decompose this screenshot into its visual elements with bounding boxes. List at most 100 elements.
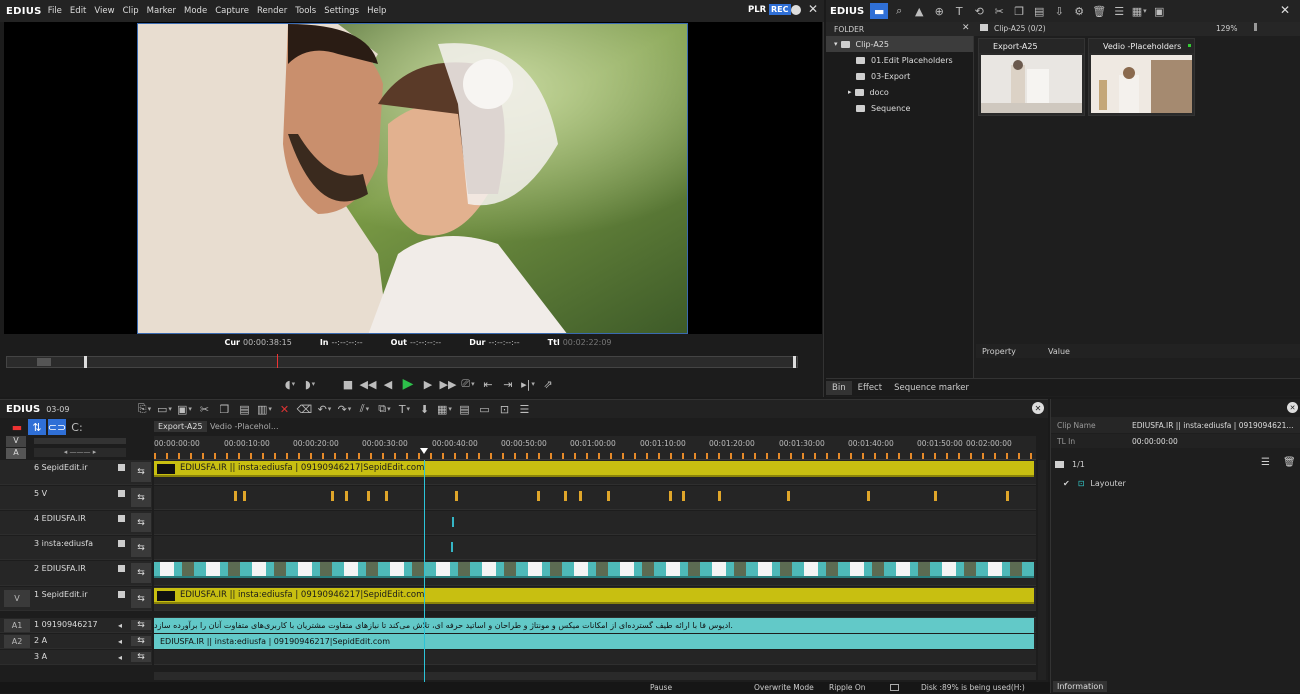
folder-export[interactable]: 03-Export [826,68,973,84]
plr-button[interactable]: PLR [748,5,766,15]
scrub-handle[interactable] [37,358,51,366]
delete-icon[interactable]: 🗑 [1090,3,1108,19]
redo-icon[interactable]: ↷ [335,401,353,417]
effect-list-icon[interactable]: ☰ [1261,457,1270,468]
play-icon[interactable]: ▶ [399,376,417,392]
clip-marker[interactable] [1006,491,1009,501]
folder-icon[interactable]: ▬ [870,3,889,19]
title-icon[interactable]: T [950,3,968,19]
marker-icon[interactable]: ⬇ [415,401,433,417]
effect-delete-icon[interactable]: 🗑 [1283,457,1296,468]
zoom-slider[interactable] [1254,23,1257,31]
folder-edit-placeholders[interactable]: 01.Edit Placeholders [826,52,973,68]
track-visibility-icon[interactable] [118,464,125,471]
tab-effect[interactable]: Effect [852,381,888,395]
effect-item-layouter[interactable]: ✔ ⊡ Layouter [1051,476,1300,490]
track-header-a3[interactable]: 3 A ◂ ⇆ [0,650,152,665]
insert-icon[interactable]: ⇤ [479,376,497,392]
audio-clip[interactable]: EDIUSFA.IR || insta:ediusfa | 0919094621… [154,634,1034,649]
track-visibility-icon[interactable] [118,490,125,497]
track-sync-icon[interactable]: ⇆ [131,636,151,646]
tab-bin[interactable]: Bin [826,380,852,395]
track-header-a2[interactable]: A2 2 A ◂ ⇆ [0,634,152,649]
track-sync-icon[interactable]: ⇆ [131,563,151,583]
clip-marker[interactable] [345,491,348,501]
menu-view[interactable]: View [94,6,114,16]
v-track-select[interactable]: V [6,436,26,447]
add-cut-icon[interactable]: ⫽ [355,401,373,417]
seq-tab-export-a25[interactable]: Export-A25 [154,421,207,432]
paste-icon[interactable]: ▤ [235,401,253,417]
menu-edit[interactable]: Edit [70,6,86,16]
menu-marker[interactable]: Marker [147,6,176,16]
delete-icon[interactable]: ✕ [275,401,293,417]
out-point-marker[interactable] [793,356,796,368]
fast-forward-icon[interactable]: ▶▶ [439,376,457,392]
track-visibility-icon[interactable] [118,565,125,572]
step-back-icon[interactable]: ◀ [379,376,397,392]
title-icon[interactable]: T [395,401,413,417]
rec-button[interactable]: REC [769,4,791,15]
audio-mixer-icon[interactable]: ▤ [455,401,473,417]
clip-marker[interactable] [243,491,246,501]
rewind-icon[interactable]: ◀◀ [359,376,377,392]
grid-view-icon[interactable]: ▦ [1130,3,1148,19]
clip-marker[interactable] [579,491,582,501]
list-view-icon[interactable]: ☰ [1110,3,1128,19]
new-sequence-icon[interactable]: ⎘ [135,401,153,417]
menu-clip[interactable]: Clip [123,6,139,16]
track-sync-icon[interactable]: ⇆ [131,620,151,630]
timeline-ruler[interactable]: 00:00:00:00 00:00:10:00 00:00:20:00 00:0… [154,436,1036,460]
track-sync-icon[interactable]: ⇆ [131,462,151,482]
folder-doco[interactable]: ▸ doco [826,84,973,100]
track-visibility-icon[interactable] [118,591,125,598]
timeline-clip[interactable] [451,542,453,552]
loop-icon[interactable]: ⎚ [459,376,477,392]
clip-marker[interactable] [787,491,790,501]
clip-marker[interactable] [234,491,237,501]
scrub-bar[interactable] [6,354,798,368]
undo-icon[interactable]: ↶ [315,401,333,417]
in-point-marker[interactable] [84,356,87,368]
track-select-dropdown[interactable]: ◂ ——— ▸ [34,448,126,457]
track-header-v5[interactable]: 5 V ⇆ [0,486,152,510]
export-icon[interactable]: ☰ [515,401,533,417]
overwrite-icon[interactable]: ⇥ [499,376,517,392]
vertical-scrollbar[interactable] [1038,460,1046,680]
track-header-v6[interactable]: 6 SepidEdit.ir ⇆ [0,460,152,485]
search-icon[interactable]: ⌕ [890,3,908,19]
track-header-v1[interactable]: V 1 SepidEdit.ir ⇆ [0,587,152,611]
track-sync-icon[interactable]: ⇆ [131,652,151,662]
clip-marker[interactable] [385,491,388,501]
close-icon[interactable]: ✕ [808,2,818,16]
clip-marker[interactable] [455,491,458,501]
tab-sequence-marker[interactable]: Sequence marker [888,381,975,395]
cut-icon[interactable]: ✂ [195,401,213,417]
save-icon[interactable]: ▣ [175,401,193,417]
menu-file[interactable]: File [48,6,62,16]
bin-close-icon[interactable]: ✕ [1280,3,1290,17]
clip-vedio-placeholders[interactable]: Vedio -Placeholders [1088,38,1195,116]
snapshot-icon[interactable]: ⊡ [495,401,513,417]
ripple-icon[interactable]: C: [68,419,86,435]
set-out-icon[interactable]: ◗ [301,376,319,392]
track-visibility-icon[interactable] [118,515,125,522]
set-in-icon[interactable]: ◖ [281,376,299,392]
folder-sequence[interactable]: Sequence [826,100,973,116]
menu-render[interactable]: Render [257,6,287,16]
sync-lock-icon[interactable]: ⇅ [28,419,46,435]
clip-marker[interactable] [564,491,567,501]
export-icon[interactable]: ⇗ [539,376,557,392]
menu-help[interactable]: Help [367,6,386,16]
send-icon[interactable]: ⇩ [1050,3,1068,19]
checkbox-icon[interactable]: ✔ [1063,479,1070,488]
clip-marker[interactable] [607,491,610,501]
sync-icon[interactable]: ▭ [475,401,493,417]
up-icon[interactable]: ▲ [910,3,928,19]
speaker-icon[interactable]: ◂ [118,621,122,630]
cut-icon[interactable]: ✂ [990,3,1008,19]
info-close-icon[interactable]: ✕ [1287,402,1298,413]
speaker-icon[interactable]: ◂ [118,637,122,646]
step-forward-icon[interactable]: ▶ [419,376,437,392]
clip-marker[interactable] [867,491,870,501]
